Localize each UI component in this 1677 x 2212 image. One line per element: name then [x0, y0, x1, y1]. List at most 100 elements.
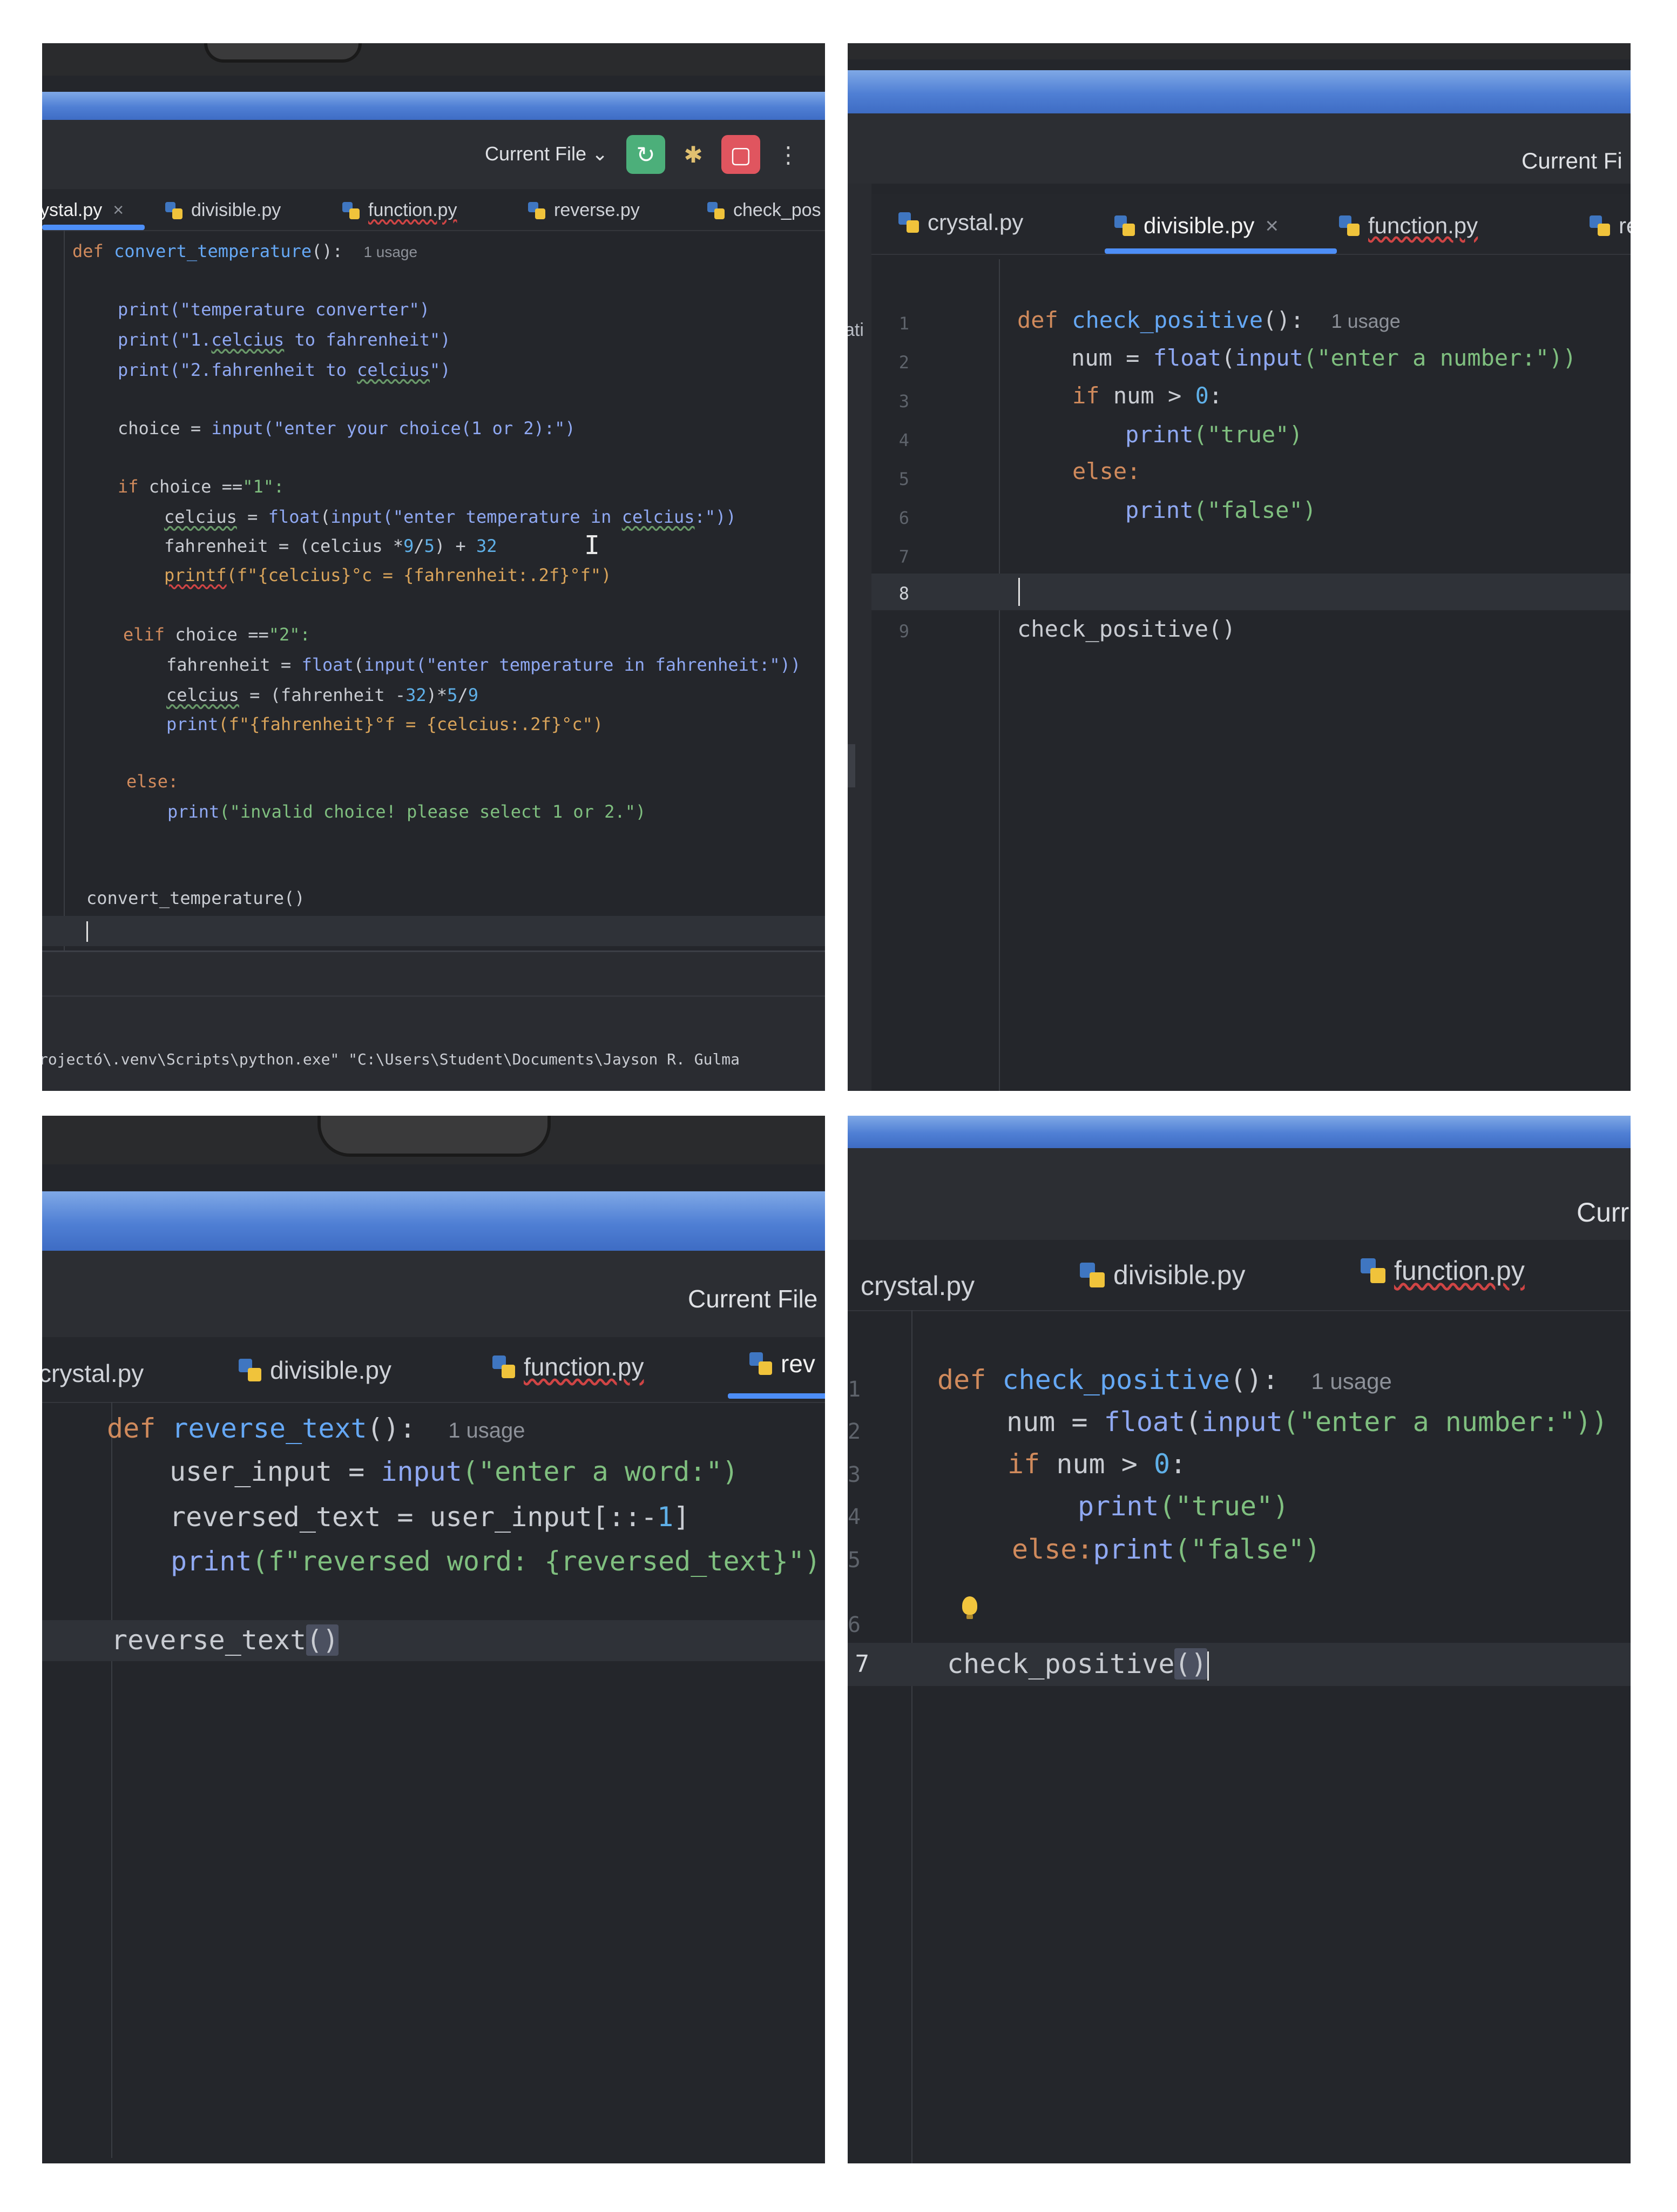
tab-divisible[interactable]: divisible.py: [239, 1355, 391, 1385]
python-file-icon: [342, 201, 360, 219]
run-config-selector[interactable]: Current Fi: [1522, 148, 1622, 174]
run-icon[interactable]: ↻: [626, 135, 665, 174]
code-editor[interactable]: 1 2 3 4 5 6 7 8 9 def check_positive(): …: [871, 259, 1631, 1091]
usage-hint[interactable]: 1 usage: [448, 1419, 525, 1442]
stop-icon[interactable]: ▢: [721, 135, 760, 174]
tab-check-pos[interactable]: check_pos: [707, 200, 821, 221]
tab-label: crystal.py: [42, 1359, 144, 1387]
text-cursor-icon: I: [584, 530, 600, 561]
line-number: 5: [898, 469, 909, 489]
active-tab-indicator: [728, 1393, 825, 1399]
close-tab-icon[interactable]: ×: [113, 200, 124, 221]
gutter-divider: [911, 1310, 912, 2163]
code-line: if choice =="1":: [118, 476, 285, 497]
code-line: printf(f"{celcius}°c = {fahrenheit:.2f}°…: [164, 565, 612, 585]
line-number: 3: [848, 1462, 861, 1487]
run-console[interactable]: rojectó\.venv\Scripts\python.exe" "C:\Us…: [42, 952, 825, 1091]
tab-re[interactable]: re: [1590, 213, 1631, 239]
tab-label: divisible.py: [191, 200, 281, 220]
tab-crystal[interactable]: ystal.py ×: [42, 200, 124, 221]
text-caret: [1207, 1651, 1209, 1681]
line-number: 7: [855, 1650, 870, 1678]
lightbulb-icon[interactable]: [962, 1596, 977, 1619]
python-file-icon: [165, 201, 182, 219]
tab-reverse[interactable]: rev: [749, 1349, 815, 1378]
laptop-bezel: [848, 43, 1631, 59]
more-icon[interactable]: ⋮: [769, 135, 808, 174]
code-line: if num > 0:: [1007, 1448, 1187, 1480]
code-line: convert_temperature(): [86, 888, 305, 908]
tool-strip-marker: [848, 744, 855, 787]
tab-label: ystal.py: [42, 200, 103, 220]
code-line: check_positive(): [947, 1648, 1209, 1681]
code-line: user_input = input("enter a word:"): [170, 1456, 739, 1487]
ide-toolbar: Current File: [42, 1251, 825, 1337]
usage-hint[interactable]: 1 usage: [1311, 1368, 1391, 1394]
window-title-strip: [42, 92, 825, 120]
window-title-strip: [848, 1116, 1631, 1148]
tab-divisible[interactable]: divisible.py ×: [1114, 213, 1279, 239]
tab-label: divisible.py: [1113, 1260, 1246, 1290]
tab-reverse[interactable]: reverse.py: [528, 200, 640, 221]
window-title-strip: [42, 1191, 825, 1251]
tab-crystal[interactable]: crystal.py: [898, 210, 1023, 235]
code-line: def check_positive(): 1 usage: [937, 1364, 1392, 1395]
code-line: elif choice =="2":: [123, 624, 310, 645]
gutter-divider: [999, 259, 1000, 1091]
console-divider: [42, 995, 825, 997]
tab-divisible[interactable]: divisible.py: [1080, 1259, 1246, 1291]
debug-icon[interactable]: ✱: [674, 135, 713, 174]
tab-function[interactable]: function.py: [1339, 213, 1478, 239]
code-line: reverse_text(): [111, 1624, 339, 1656]
line-number: 8: [898, 583, 909, 604]
code-line: num = float(input("enter a number:")): [1071, 345, 1577, 371]
tab-crystal[interactable]: crystal.py: [42, 1359, 144, 1388]
tab-function[interactable]: function.py: [342, 200, 457, 221]
left-tool-strip: ati: [848, 184, 871, 1091]
code-line: def check_positive(): 1 usage: [1017, 307, 1401, 333]
usage-hint[interactable]: 1 usage: [1331, 310, 1401, 332]
code-line: else:: [1072, 458, 1141, 484]
laptop-bezel: [42, 1116, 825, 1164]
screen-photo-check-positive-v1: Current Fi ati crystal.py divisible.py ×…: [848, 43, 1631, 1091]
code-editor[interactable]: 1 2 3 4 5 6 7 def check_positive(): 1 us…: [848, 1310, 1631, 2163]
code-line: print("true"): [1078, 1491, 1289, 1522]
run-config-selector[interactable]: Current File ⌄: [485, 143, 608, 165]
current-line-highlight: [42, 916, 825, 946]
code-line: celcius = (fahrenheit -32)*5/9: [166, 685, 478, 705]
close-tab-icon[interactable]: ×: [1265, 213, 1279, 239]
code-line: else:print("false"): [1012, 1534, 1321, 1565]
editor-tab-bar: crystal.py divisible.py × function.py re: [871, 194, 1631, 255]
run-config-selector[interactable]: Current File: [688, 1284, 817, 1313]
tab-label: divisible.py: [270, 1356, 391, 1384]
tab-crystal[interactable]: crystal.py: [861, 1270, 975, 1301]
code-line: num = float(input("enter a number:")): [1006, 1406, 1608, 1438]
code-line: print(f"reversed word: {reversed_text}"): [171, 1546, 821, 1577]
code-line: print("1.celcius to fahrenheit"): [118, 329, 451, 350]
tab-divisible[interactable]: divisible.py: [165, 200, 281, 221]
editor-tab-bar: ystal.py × divisible.py function.py reve…: [42, 189, 825, 231]
run-config-selector[interactable]: Curr: [1577, 1197, 1629, 1228]
code-line: else:: [126, 771, 179, 792]
active-tab-indicator: [42, 225, 145, 230]
line-number: 2: [898, 352, 909, 373]
console-command-line: rojectó\.venv\Scripts\python.exe" "C:\Us…: [42, 1050, 740, 1068]
tab-function[interactable]: function.py: [1361, 1255, 1525, 1286]
gutter-divider: [111, 1402, 112, 2158]
code-editor[interactable]: def reverse_text(): 1 usage user_input =…: [42, 1402, 825, 2158]
ide-toolbar: Current Fi: [848, 113, 1631, 184]
tool-window-label: ati: [848, 320, 864, 340]
code-line: if num > 0:: [1072, 382, 1223, 409]
code-line: print(f"{fahrenheit}°f = {celcius:.2f}°c…: [166, 714, 604, 734]
tab-label: re: [1619, 213, 1631, 238]
screen-photo-reverse-text: Current File crystal.py divisible.py fun…: [42, 1116, 825, 2163]
python-file-icon: [528, 201, 545, 219]
code-editor[interactable]: def convert_temperature(): 1 usage print…: [42, 230, 825, 986]
window-title-strip: [848, 70, 1631, 113]
tab-label: function.py: [524, 1353, 644, 1381]
line-number: 4: [898, 430, 909, 450]
usage-hint[interactable]: 1 usage: [363, 244, 417, 260]
tab-label: crystal.py: [928, 210, 1024, 235]
tab-function[interactable]: function.py: [492, 1352, 644, 1381]
tab-label: function.py: [1368, 213, 1478, 238]
